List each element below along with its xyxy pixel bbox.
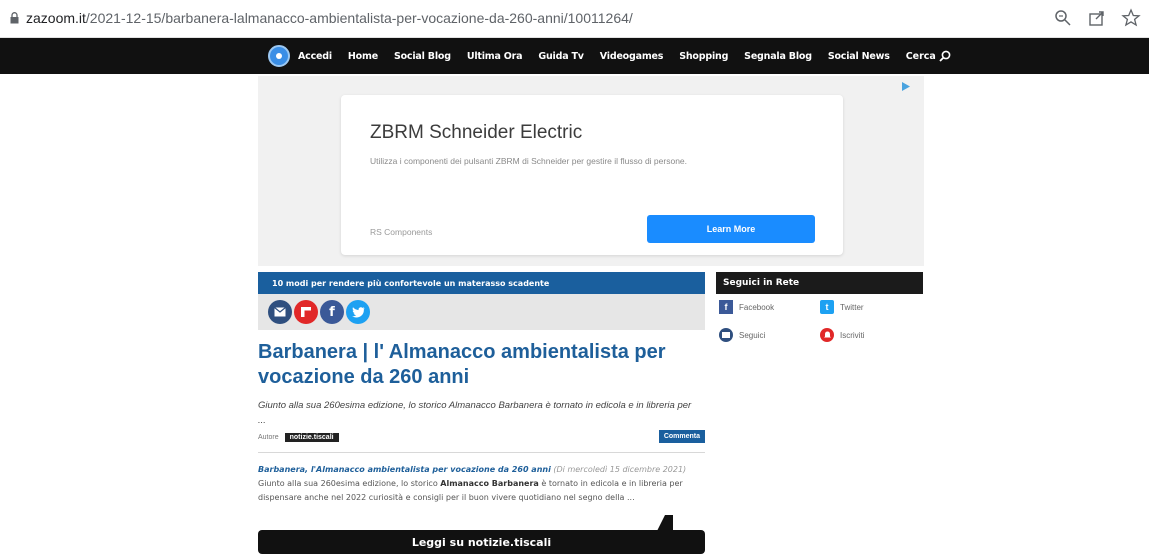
comment-button[interactable]: Commenta	[658, 430, 705, 443]
sidebar-item-subscribe[interactable]: Iscriviti	[820, 328, 864, 342]
twitter-icon: t	[820, 300, 834, 314]
nav-item-accedi[interactable]: Accedi	[298, 51, 332, 62]
author-row: Autore notizie.tiscali Commenta	[258, 430, 705, 444]
browser-address-bar: zazoom.it/2021-12-15/barbanera-lalmanacc…	[0, 0, 1149, 38]
facebook-share-icon[interactable]: f	[320, 300, 344, 324]
ad-title[interactable]: ZBRM Schneider Electric	[370, 122, 582, 144]
nav-item-videogames[interactable]: Videogames	[600, 51, 664, 62]
tooltip-tail	[657, 515, 673, 531]
flipboard-share-icon[interactable]	[294, 300, 318, 324]
ad-card[interactable]: ZBRM Schneider Electric Utilizza i compo…	[341, 95, 843, 255]
article-body-part1: Giunto alla sua 260esima edizione, lo st…	[258, 479, 438, 488]
nav-item-social-news[interactable]: Social News	[828, 51, 890, 62]
sidebar-item-label: Twitter	[840, 302, 864, 312]
nav-search-button[interactable]: Cerca	[906, 50, 951, 62]
author-badge[interactable]: notizie.tiscali	[284, 432, 339, 442]
url-path: /2021-12-15/barbanera-lalmanacco-ambient…	[85, 10, 633, 26]
nav-item-ultima-ora[interactable]: Ultima Ora	[467, 51, 523, 62]
ad-source: RS Components	[370, 227, 433, 237]
url-host: zazoom.it	[26, 10, 86, 26]
article-body: Barbanera, l'Almanacco ambientalista per…	[258, 463, 707, 505]
author-label: Autore	[258, 433, 279, 441]
article-summary: Giunto alla sua 260esima edizione, lo st…	[258, 400, 692, 426]
sidebar-item-facebook[interactable]: f Facebook	[719, 300, 774, 314]
sidebar-item-twitter[interactable]: t Twitter	[820, 300, 864, 314]
nav-item-segnala-blog[interactable]: Segnala Blog	[744, 51, 812, 62]
ad-description: Utilizza i componenti dei pulsanti ZBRM …	[370, 156, 688, 166]
promo-link-bar[interactable]: 10 modi per rendere più confortevole un …	[258, 272, 705, 294]
read-source-button[interactable]: Leggi su notizie.tiscali	[258, 530, 705, 554]
article-body-highlight: Almanacco Barbanera	[440, 479, 539, 488]
twitter-share-icon[interactable]	[346, 300, 370, 324]
bookmark-star-icon[interactable]	[1121, 8, 1141, 28]
adchoices-icon[interactable]	[902, 82, 910, 91]
nav-item-shopping[interactable]: Shopping	[679, 51, 728, 62]
lock-icon	[10, 12, 19, 24]
advertisement: ZBRM Schneider Electric Utilizza i compo…	[258, 76, 924, 266]
subscribe-icon	[820, 328, 834, 342]
facebook-icon: f	[719, 300, 733, 314]
share-icon[interactable]	[1087, 8, 1107, 28]
nav-item-guida-tv[interactable]: Guida Tv	[538, 51, 584, 62]
ad-learn-more-button[interactable]: Learn More	[647, 215, 815, 243]
divider	[258, 452, 705, 453]
email-share-icon[interactable]	[268, 300, 292, 324]
sidebar-heading: Seguici in Rete	[716, 272, 923, 294]
zoom-icon[interactable]	[1053, 8, 1073, 28]
share-bar: f	[258, 294, 705, 330]
sidebar-item-label: Iscriviti	[840, 330, 865, 340]
nav-item-social-blog[interactable]: Social Blog	[394, 51, 451, 62]
sidebar-item-label: Facebook	[739, 302, 775, 312]
sidebar-item-follow[interactable]: Seguici	[719, 328, 765, 342]
search-icon	[939, 50, 951, 62]
article-body-lead[interactable]: Barbanera, l'Almanacco ambientalista per…	[258, 465, 551, 474]
article-title[interactable]: Barbanera | l' Almanacco ambientalista p…	[258, 340, 698, 390]
nav-search-label: Cerca	[905, 50, 936, 62]
url-field[interactable]: zazoom.it/2021-12-15/barbanera-lalmanacc…	[26, 10, 633, 26]
site-logo-icon[interactable]	[268, 45, 290, 67]
site-navigation: Accedi Home Social Blog Ultima Ora Guida…	[0, 38, 1149, 74]
nav-item-home[interactable]: Home	[348, 51, 378, 62]
article-date: (Di mercoledì 15 dicembre 2021)	[553, 465, 687, 474]
sidebar-item-label: Seguici	[739, 330, 766, 340]
follow-icon	[719, 328, 733, 342]
